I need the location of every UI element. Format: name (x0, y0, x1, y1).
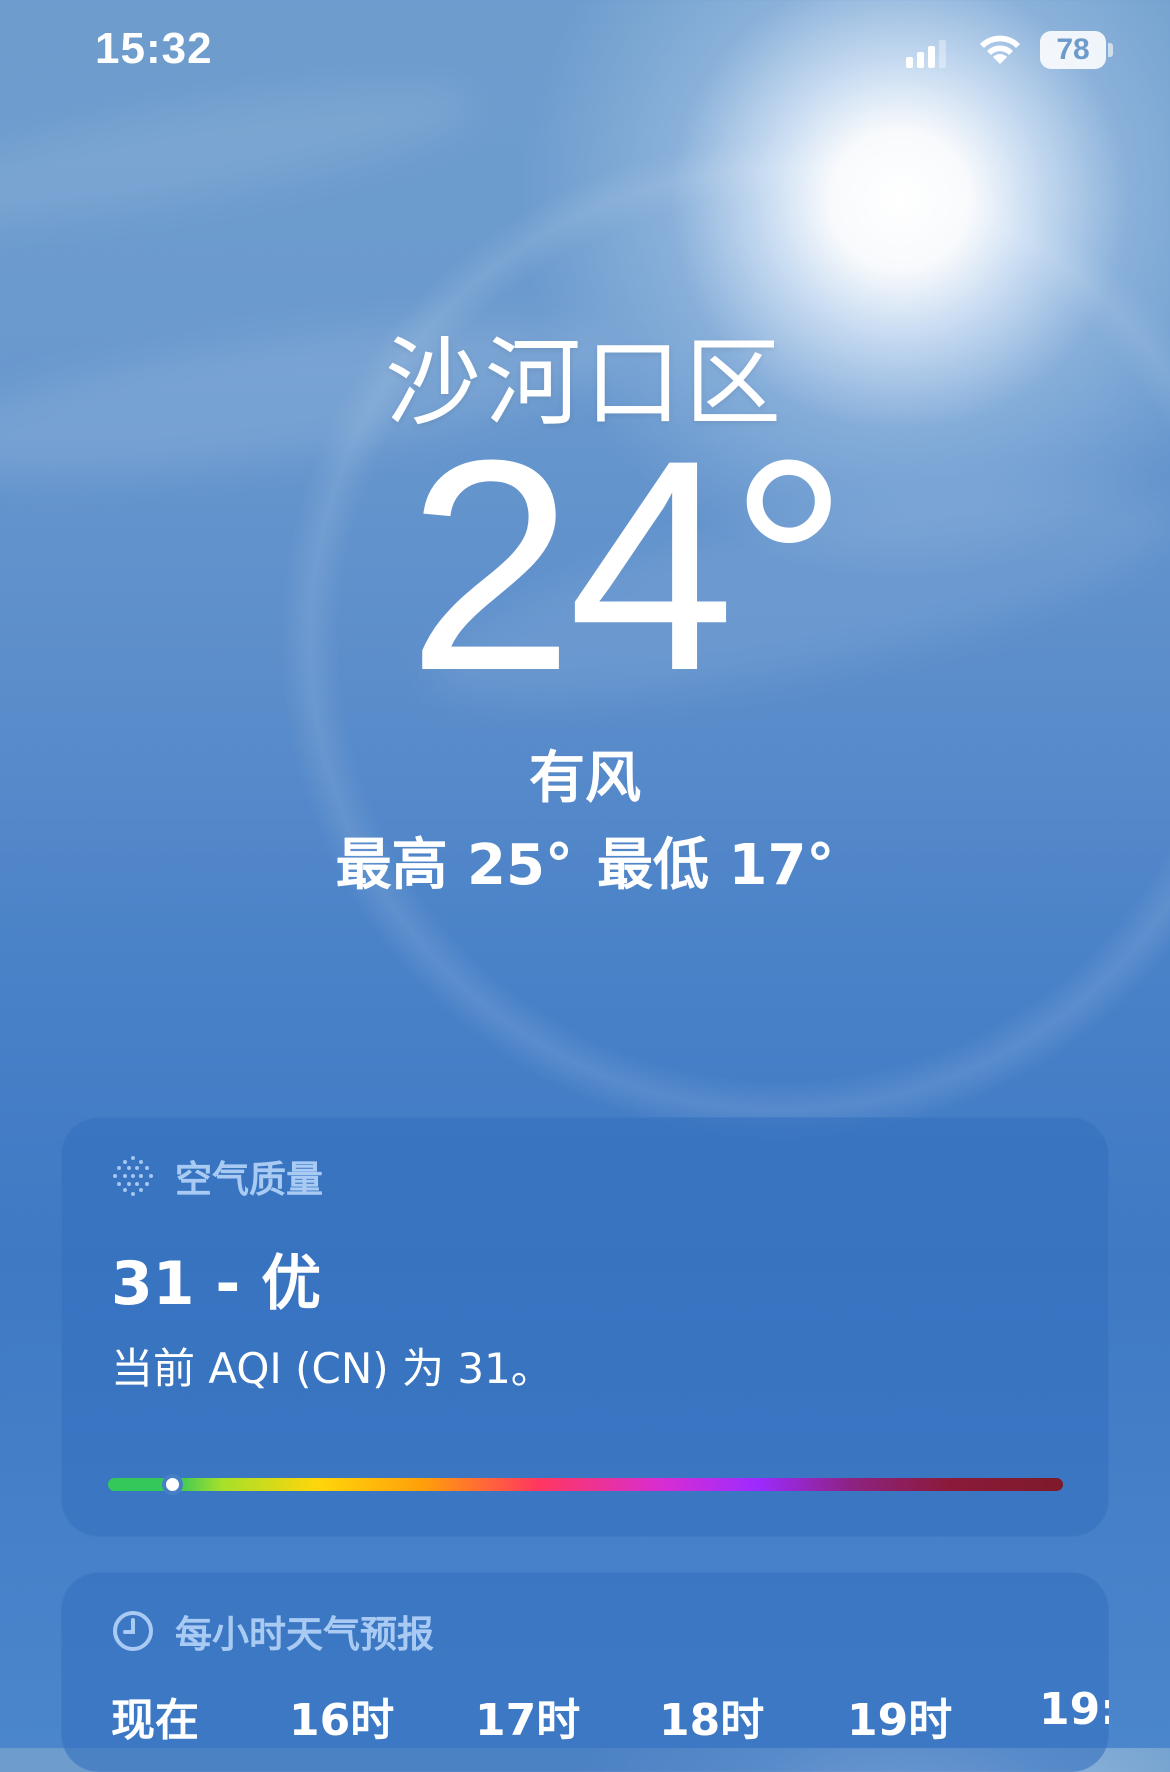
hourly-forecast-card[interactable]: 每小时天气预报 现在 16时 17时 18时 19时 19:1 (61, 1572, 1109, 1772)
air-quality-header: 空气质量 (111, 1151, 323, 1201)
aqi-scale-bar (108, 1478, 1063, 1491)
high-temperature: 最高 25° (335, 833, 573, 898)
hourly-list[interactable]: 现在 16时 17时 18时 19时 19:1 (61, 1684, 1109, 1754)
aqi-indicator (162, 1474, 184, 1495)
hour-label: 19:1 (1039, 1684, 1109, 1735)
cellular-signal-icon (906, 38, 946, 68)
air-quality-dots-icon (113, 1156, 153, 1196)
wifi-icon (980, 35, 1020, 64)
status-time: 15:32 (95, 24, 213, 73)
hour-label: 16时 (289, 1695, 395, 1746)
hourly-forecast-header: 每小时天气预报 (111, 1606, 434, 1656)
aqi-value: 31 - 优 (111, 1249, 322, 1319)
battery-indicator: 78 (1040, 31, 1106, 69)
air-quality-card[interactable]: 空气质量 31 - 优 当前 AQI (CN) 为 31。 (61, 1117, 1109, 1537)
battery-tip-icon (1108, 43, 1113, 57)
hourly-forecast-title: 每小时天气预报 (175, 1613, 434, 1656)
air-quality-title: 空气质量 (175, 1158, 323, 1201)
hour-label: 现在 (111, 1695, 199, 1746)
hour-label: 18时 (659, 1695, 765, 1746)
aqi-description: 当前 AQI (CN) 为 31。 (111, 1344, 553, 1393)
status-bar: 15:32 78 (0, 0, 1170, 100)
low-temperature: 最低 17° (597, 833, 835, 898)
current-temperature: 24° (407, 397, 849, 733)
hour-label: 17时 (475, 1695, 581, 1746)
high-low-temperature: 最高 25° 最低 17° (0, 820, 1170, 901)
clock-icon (113, 1611, 153, 1651)
weather-condition: 有风 (529, 746, 641, 811)
hour-label: 19时 (847, 1695, 953, 1746)
